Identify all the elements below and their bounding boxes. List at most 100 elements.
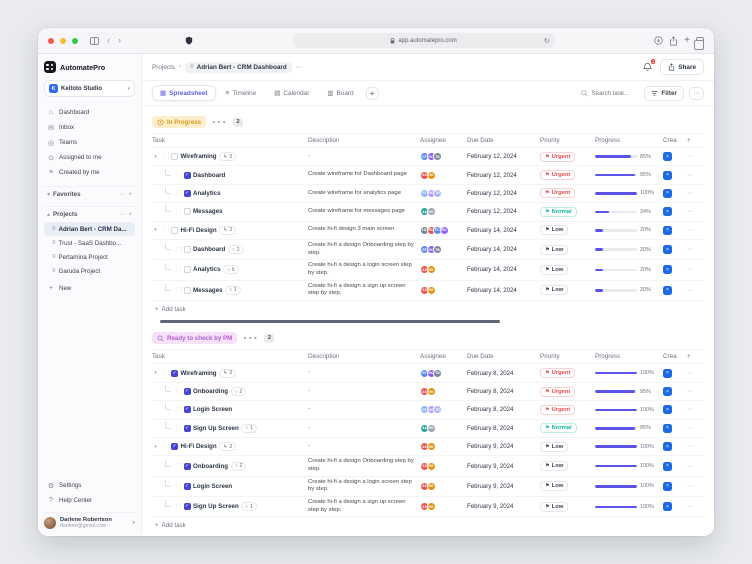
group-more-icon[interactable]: ⋯ <box>211 112 228 132</box>
share-page-icon[interactable] <box>669 36 678 46</box>
add-task-button[interactable]: +Add task <box>152 517 704 534</box>
tab-calendar[interactable]: ▤Calendar <box>266 85 317 101</box>
group-status-badge[interactable]: Ready to check by PM <box>152 332 237 344</box>
close-window-button[interactable] <box>48 38 54 44</box>
task-checkbox[interactable]: ✓ <box>184 406 191 413</box>
breadcrumb-current[interactable]: ≡ Adrian Bert - CRM Dashboard <box>185 62 292 73</box>
drag-handle-icon[interactable]: ⋮⋮ <box>174 483 181 489</box>
chevron-down-icon[interactable]: ▾ <box>152 444 159 450</box>
task-checkbox[interactable] <box>184 287 191 294</box>
task-checkbox[interactable] <box>171 153 178 160</box>
drag-handle-icon[interactable]: ⋮⋮ <box>162 154 169 160</box>
row-menu-button[interactable]: ⋯ <box>687 266 704 273</box>
drag-handle-icon[interactable]: ⋮⋮ <box>174 287 181 293</box>
drag-handle-icon[interactable]: ⋮⋮ <box>162 227 169 233</box>
workspace-selector[interactable]: K Keitoto Studio ▾ <box>44 80 135 97</box>
table-row[interactable]: ⋮⋮✓AnalyticsCreate wireframe for analyti… <box>152 185 704 203</box>
breadcrumb-root[interactable]: Projects <box>152 64 175 71</box>
drag-handle-icon[interactable]: ⋮⋮ <box>174 407 181 413</box>
drag-handle-icon[interactable]: ⋮⋮ <box>162 370 169 376</box>
drag-handle-icon[interactable]: ⋮⋮ <box>174 425 181 431</box>
project-item[interactable]: ≡Garuda Project <box>44 264 135 278</box>
sidebar-item-assigned-to-me[interactable]: ⊙Assigned to me <box>44 150 135 165</box>
new-project-button[interactable]: + New <box>44 281 135 296</box>
task-checkbox[interactable]: ✓ <box>171 443 178 450</box>
table-row[interactable]: ⋮⋮✓Onboarding○2Create hi-fi a design Onb… <box>152 456 704 476</box>
search-input[interactable] <box>591 90 639 97</box>
task-checkbox[interactable] <box>171 227 178 234</box>
reload-icon[interactable]: ↻ <box>544 37 550 45</box>
row-menu-button[interactable]: ⋯ <box>687 425 704 432</box>
row-menu-button[interactable]: ⋯ <box>687 172 704 179</box>
task-checkbox[interactable]: ✓ <box>184 463 191 470</box>
group-status-badge[interactable]: In Progress <box>152 116 206 128</box>
task-checkbox[interactable]: ✓ <box>184 172 191 179</box>
drag-handle-icon[interactable]: ⋮⋮ <box>174 463 181 469</box>
share-button[interactable]: Share <box>660 59 704 75</box>
table-row[interactable]: ⋮⋮Messages○1Create hi-fi a design a sign… <box>152 281 704 301</box>
row-menu-button[interactable]: ⋯ <box>687 370 704 377</box>
drag-handle-icon[interactable]: ⋮⋮ <box>162 444 169 450</box>
task-checkbox[interactable] <box>184 246 191 253</box>
row-menu-button[interactable]: ⋯ <box>687 463 704 470</box>
project-item[interactable]: ≡Adrian Bert - CRM Da... <box>44 222 135 236</box>
favorites-section-header[interactable]: ▾ Favorites ⋯ + <box>44 186 135 200</box>
drag-handle-icon[interactable]: ⋮⋮ <box>174 247 181 253</box>
row-menu-button[interactable]: ⋯ <box>687 208 704 215</box>
minimize-window-button[interactable] <box>60 38 66 44</box>
page-more-icon[interactable]: ⋯ <box>296 63 303 71</box>
table-row[interactable]: ⋮⋮✓Login Screen-GTHCTBFebruary 8, 2024⚑U… <box>152 401 704 419</box>
new-tab-icon[interactable]: + <box>684 36 690 46</box>
sidebar-item-dashboard[interactable]: ⌂Dashboard <box>44 105 135 120</box>
notifications-button[interactable]: 1 <box>641 61 653 73</box>
sidebar-item-help-center[interactable]: ?Help Center <box>44 493 135 508</box>
table-row[interactable]: ▾⋮⋮✓Wireframing↳3-GTHCTBFebruary 8, 2024… <box>152 364 704 382</box>
add-view-button[interactable]: + <box>366 87 379 100</box>
column-header-+[interactable]: + <box>687 353 704 360</box>
back-button[interactable]: ‹ <box>107 36 110 45</box>
sidebar-item-settings[interactable]: ⚙Settings <box>44 478 135 493</box>
row-menu-button[interactable]: ⋯ <box>687 227 704 234</box>
project-item[interactable]: ≡Pertamina Project <box>44 250 135 264</box>
horizontal-scrollbar[interactable] <box>160 320 500 324</box>
toolbar-more-button[interactable]: ⋯ <box>689 87 704 100</box>
task-checkbox[interactable]: ✓ <box>184 503 191 510</box>
more-icon[interactable]: ⋯ <box>119 191 125 198</box>
row-menu-button[interactable]: ⋯ <box>687 406 704 413</box>
row-menu-button[interactable]: ⋯ <box>687 483 704 490</box>
drag-handle-icon[interactable]: ⋮⋮ <box>174 267 181 273</box>
task-checkbox[interactable]: ✓ <box>184 388 191 395</box>
task-checkbox[interactable]: ✓ <box>184 190 191 197</box>
tab-board[interactable]: ▥Board <box>319 85 361 101</box>
chevron-down-icon[interactable]: ▾ <box>152 370 159 376</box>
row-menu-button[interactable]: ⋯ <box>687 443 704 450</box>
chevron-down-icon[interactable]: ▾ <box>152 154 159 160</box>
column-header-+[interactable]: + <box>687 137 704 144</box>
sidebar-item-created-by-me[interactable]: ≡Created by me <box>44 165 135 180</box>
task-checkbox[interactable] <box>184 208 191 215</box>
shield-icon[interactable] <box>185 36 193 45</box>
row-menu-button[interactable]: ⋯ <box>687 153 704 160</box>
table-row[interactable]: ⋮⋮✓Login ScreenCreate hi-fi a design a l… <box>152 477 704 497</box>
chevron-down-icon[interactable]: ▾ <box>152 227 159 233</box>
user-account[interactable]: Darlene Robertson darlene@gmail.com ▾ <box>44 512 135 529</box>
drag-handle-icon[interactable]: ⋮⋮ <box>174 504 181 510</box>
row-menu-button[interactable]: ⋯ <box>687 246 704 253</box>
zoom-window-button[interactable] <box>72 38 78 44</box>
table-row[interactable]: ⋮⋮MessagesCreate wireframe for messages … <box>152 203 704 221</box>
downloads-icon[interactable] <box>654 36 663 45</box>
row-menu-button[interactable]: ⋯ <box>687 503 704 510</box>
table-row[interactable]: ⋮⋮Dashboard○2Create hi-fi a design Onboa… <box>152 240 704 260</box>
drag-handle-icon[interactable]: ⋮⋮ <box>174 172 181 178</box>
group-more-icon[interactable]: ⋯ <box>242 328 259 348</box>
search-box[interactable] <box>581 90 639 97</box>
add-icon[interactable]: + <box>128 192 132 198</box>
drag-handle-icon[interactable]: ⋮⋮ <box>174 389 181 395</box>
table-row[interactable]: ⋮⋮✓Sign Up Screen○1Create hi-fi a design… <box>152 497 704 517</box>
table-row[interactable]: ⋮⋮✓Onboarding○2-ASHGFebruary 8, 2024⚑Urg… <box>152 383 704 401</box>
row-menu-button[interactable]: ⋯ <box>687 388 704 395</box>
drag-handle-icon[interactable]: ⋮⋮ <box>174 209 181 215</box>
task-checkbox[interactable]: ✓ <box>184 483 191 490</box>
table-row[interactable]: ▾⋮⋮Hi-Fi Design↳3Create hi-fi design 3 m… <box>152 222 704 240</box>
tab-timeline[interactable]: ≡Timeline <box>218 86 265 101</box>
